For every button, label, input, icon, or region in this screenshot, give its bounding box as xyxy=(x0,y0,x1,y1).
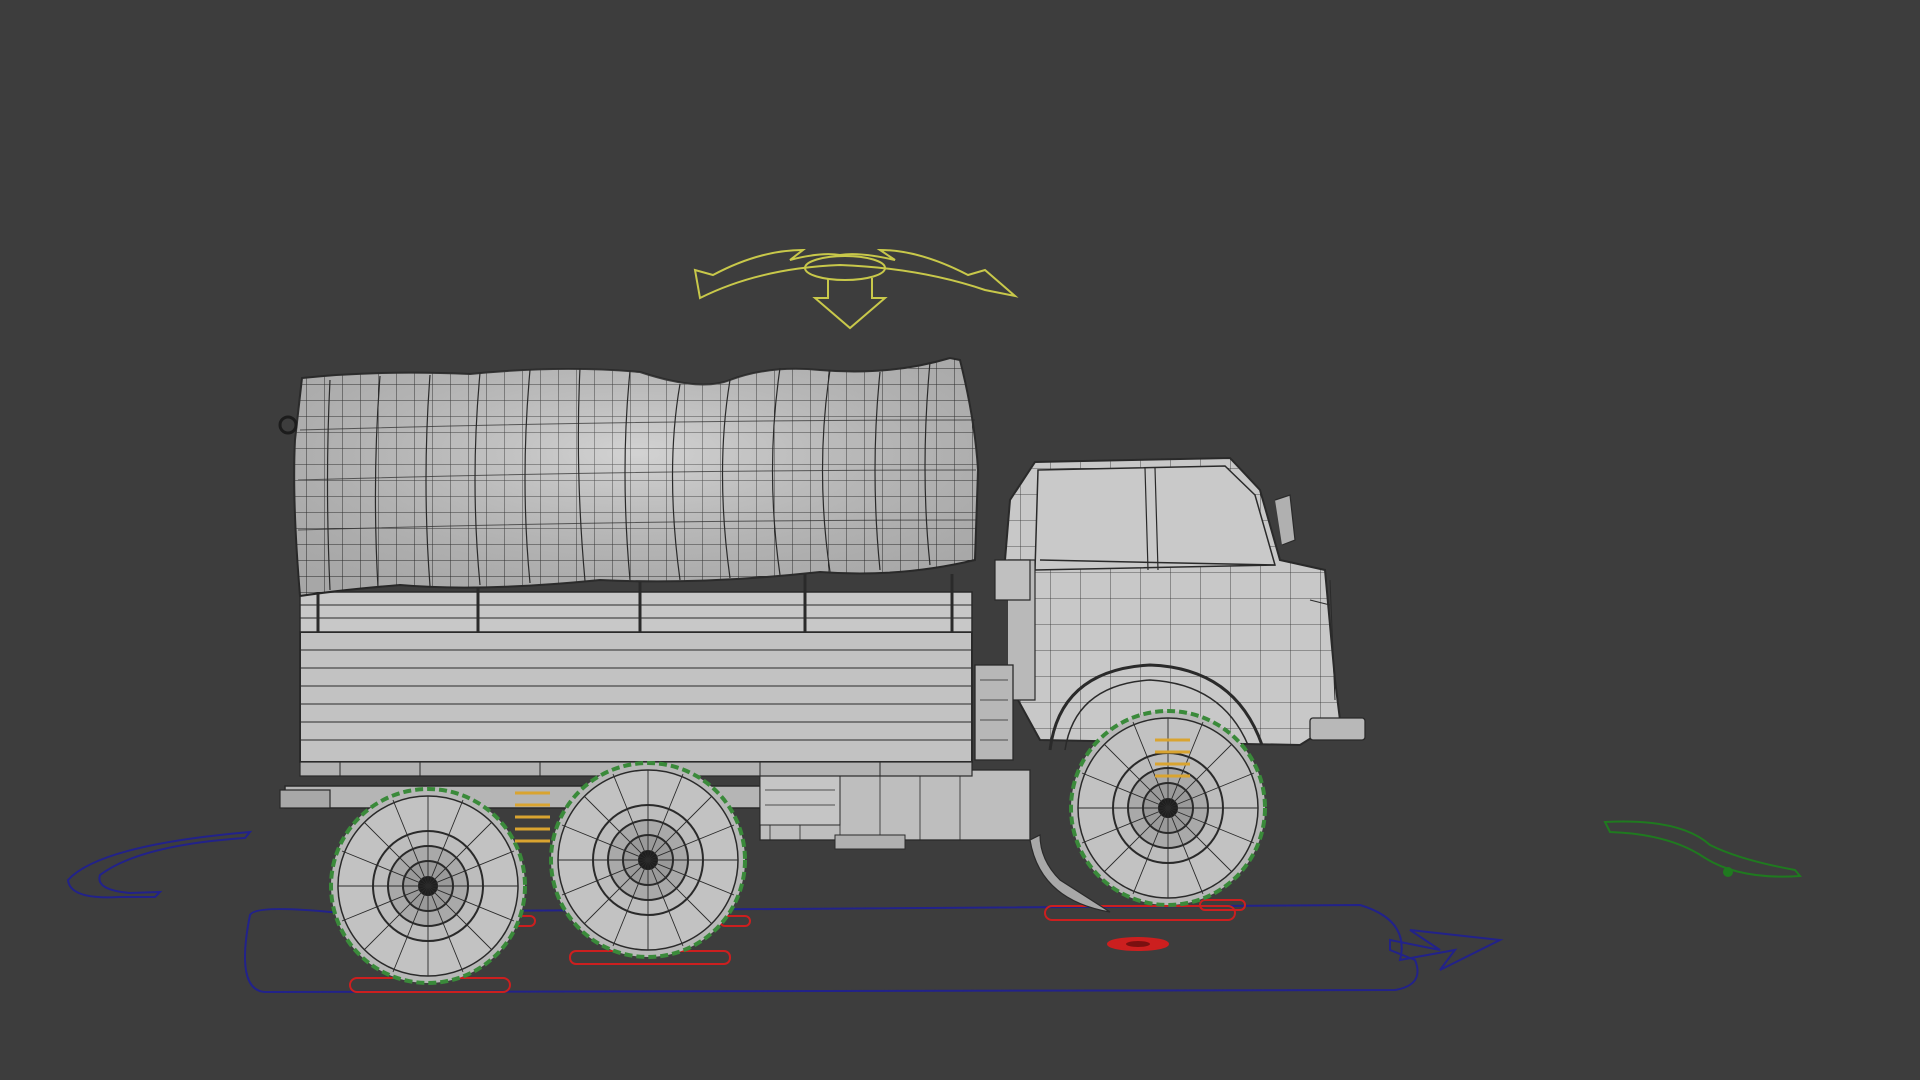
scene-canvas[interactable] xyxy=(0,0,1920,1080)
left-arc-control[interactable] xyxy=(66,830,253,899)
top-rotate-control[interactable] xyxy=(693,248,1019,330)
tarp-cover xyxy=(278,356,980,598)
truck-3d-model[interactable] xyxy=(278,356,1366,993)
3d-viewport[interactable] xyxy=(0,0,1920,1080)
right-arc-control[interactable] xyxy=(1603,820,1803,878)
rear-wheel-2 xyxy=(549,761,747,959)
front-wheel xyxy=(1069,709,1267,907)
rear-wheel-1 xyxy=(329,787,527,985)
cargo-bed xyxy=(299,574,973,777)
